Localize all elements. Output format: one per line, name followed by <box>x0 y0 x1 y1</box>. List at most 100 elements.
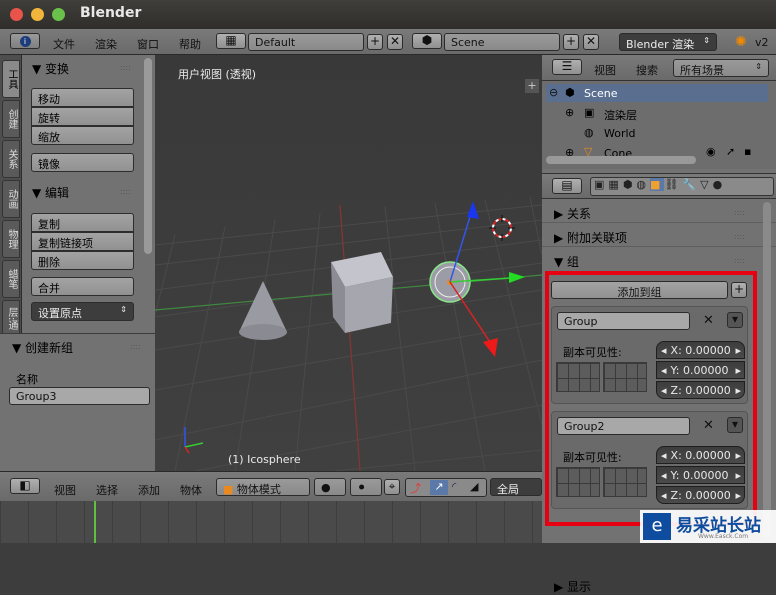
remove-group-icon[interactable]: ✕ <box>703 418 714 433</box>
eye-icon[interactable]: ◉ <box>706 145 716 158</box>
menu-file[interactable]: 文件 <box>53 36 75 52</box>
set-origin-select[interactable]: 设置原点 ⇕ <box>31 302 134 321</box>
manipulator-toggle-button[interactable]: ⌖ <box>384 479 400 495</box>
screen-layout-button[interactable]: ▦ <box>216 33 246 49</box>
collapse-icon[interactable]: ⊖ <box>549 86 558 99</box>
tab-create[interactable]: 创建 <box>2 100 20 138</box>
dupli-offset-z-field[interactable]: ◂ Z: 0.00000 ▸ <box>656 486 745 504</box>
plus-icon[interactable]: + <box>525 79 539 93</box>
menu-render[interactable]: 渲染 <box>95 36 117 52</box>
modifiers-icon[interactable]: 🔧 <box>682 178 700 191</box>
move-button[interactable]: 移动 <box>31 88 134 107</box>
outliner-row-world[interactable]: ◍ World <box>546 124 768 142</box>
3d-viewport[interactable]: 用户视图 (透视) + (1) Icosphere <box>155 55 542 471</box>
dupli-offset-x-field[interactable]: ◂ X: 0.00000 ▸ <box>656 446 745 464</box>
group-name-field[interactable]: Group <box>557 312 690 330</box>
translate-manipulator-icon[interactable]: ⤴ <box>410 480 421 496</box>
dupli-offset-y-field[interactable]: ◂ Y: 0.00000 ▸ <box>656 361 745 379</box>
expand-icon[interactable]: ⊕ <box>565 106 574 119</box>
group-name-input[interactable]: Group3 <box>9 387 150 405</box>
menu-view[interactable]: 视图 <box>54 482 76 498</box>
timeline-area[interactable] <box>0 501 542 543</box>
properties-context-tabs[interactable]: ▣▦⬢◍■⛓🔧▽● <box>590 177 774 196</box>
add-to-group-button[interactable]: 添加到组 <box>551 281 728 299</box>
rotate-manipulator-icon[interactable]: ↗ <box>430 480 448 495</box>
object-icon[interactable]: ■ <box>650 178 665 191</box>
mirror-button[interactable]: 镜像 <box>31 153 134 172</box>
outliner-scrollbar[interactable] <box>546 156 696 164</box>
tool-shelf-scrollbar[interactable] <box>144 58 152 254</box>
add-layout-button[interactable]: + <box>367 34 383 50</box>
panel-grip-icon[interactable]: :::: <box>120 187 131 196</box>
dupli-offset-y-field[interactable]: ◂ Y: 0.00000 ▸ <box>656 466 745 484</box>
dupli-offset-x-field[interactable]: ◂ X: 0.00000 ▸ <box>656 341 745 359</box>
transform-panel-header[interactable]: ▼ 变换 <box>32 60 69 77</box>
delete-button[interactable]: 删除 <box>31 251 134 270</box>
viewport-shading-select[interactable]: ● <box>314 478 346 496</box>
outliner-filter-select[interactable]: 所有场景 ⇕ <box>673 59 769 77</box>
display-panel-header[interactable]: ▶ 显示 <box>554 578 591 595</box>
remove-layout-button[interactable]: ✕ <box>387 34 403 50</box>
duplicate-button[interactable]: 复制 <box>31 213 134 232</box>
scene-selector-button[interactable]: ⬢ <box>412 33 442 49</box>
rotate-button[interactable]: 旋转 <box>31 107 134 126</box>
pivot-point-select[interactable]: ⚫ <box>350 478 382 496</box>
close-window-button[interactable] <box>10 8 23 21</box>
scene-icon[interactable]: ⬢ <box>623 178 637 191</box>
group-specials-dropdown[interactable]: ▾ <box>727 417 743 433</box>
panel-grip-icon[interactable]: :::: <box>734 208 745 217</box>
data-icon[interactable]: ▽ <box>700 178 712 191</box>
join-button[interactable]: 合并 <box>31 277 134 296</box>
tab-tools[interactable]: 工具 <box>2 60 20 98</box>
camera-icon[interactable]: ▪ <box>744 145 751 158</box>
world-icon[interactable]: ◍ <box>636 178 650 191</box>
current-frame-marker[interactable] <box>94 501 96 543</box>
maximize-window-button[interactable] <box>52 8 65 21</box>
transform-orientation-select[interactable]: 全局 <box>490 478 542 496</box>
properties-scrollbar[interactable] <box>763 202 771 538</box>
scale-manipulator-icon[interactable]: ◜ <box>452 480 456 493</box>
tab-animation[interactable]: 动画 <box>2 180 20 218</box>
duplicate-linked-button[interactable]: 复制链接项 <box>31 232 134 251</box>
edit-panel-header[interactable]: ▼ 编辑 <box>32 184 69 201</box>
menu-window[interactable]: 窗口 <box>137 36 159 52</box>
render-icon[interactable]: ▣ <box>594 178 608 191</box>
add-scene-button[interactable]: + <box>563 34 579 50</box>
tab-grease-pencil[interactable]: 蜡笔 <box>2 260 20 298</box>
relations-extras-panel-header[interactable]: ▶ 附加关联项 <box>554 229 627 246</box>
outliner-view-menu[interactable]: 视图 <box>594 62 616 78</box>
material-icon[interactable]: ● <box>713 178 727 191</box>
layer-grid-left[interactable] <box>556 362 600 392</box>
tab-physics[interactable]: 物理 <box>2 220 20 258</box>
editor-type-3dview-button[interactable]: ◧ <box>10 478 40 494</box>
screen-layout-field[interactable]: Default <box>248 33 364 51</box>
group-specials-dropdown[interactable]: ▾ <box>727 312 743 328</box>
operator-panel-header[interactable]: ▼ 创建新组 <box>12 339 73 356</box>
scale-button[interactable]: 缩放 <box>31 126 134 145</box>
menu-add[interactable]: 添加 <box>138 482 160 498</box>
tab-relations[interactable]: 关系 <box>2 140 20 178</box>
editor-type-info-button[interactable]: i <box>10 33 40 49</box>
minimize-window-button[interactable] <box>31 8 44 21</box>
remove-group-icon[interactable]: ✕ <box>703 313 714 328</box>
outliner-search-menu[interactable]: 搜索 <box>636 62 658 78</box>
group-name-field[interactable]: Group2 <box>557 417 690 435</box>
scene-field[interactable]: Scene <box>444 33 560 51</box>
layer-grid-left[interactable] <box>556 467 600 497</box>
dupli-offset-z-field[interactable]: ◂ Z: 0.00000 ▸ <box>656 381 745 399</box>
panel-grip-icon[interactable]: :::: <box>120 63 131 72</box>
panel-grip-icon[interactable]: :::: <box>734 232 745 241</box>
new-group-button[interactable]: + <box>731 282 747 298</box>
menu-select[interactable]: 选择 <box>96 482 118 498</box>
menu-help[interactable]: 帮助 <box>179 36 201 52</box>
layer-grid-right[interactable] <box>603 362 647 392</box>
outliner-row-scene[interactable]: ⊖ ⬢ Scene <box>546 84 768 102</box>
outliner-editor-button[interactable]: ☰ <box>552 59 582 75</box>
cursor-icon[interactable]: ➚ <box>726 145 735 158</box>
render-layers-icon[interactable]: ▦ <box>608 178 622 191</box>
outliner-row-render-layers[interactable]: ⊕ ▣ 渲染层 <box>546 104 768 122</box>
render-engine-select[interactable]: Blender 渲染 ⇕ <box>619 33 717 51</box>
properties-editor-button[interactable]: ▤ <box>552 178 582 194</box>
interaction-mode-select[interactable]: ■ 物体模式 <box>216 478 310 496</box>
groups-panel-header[interactable]: ▼ 组 <box>554 253 579 270</box>
